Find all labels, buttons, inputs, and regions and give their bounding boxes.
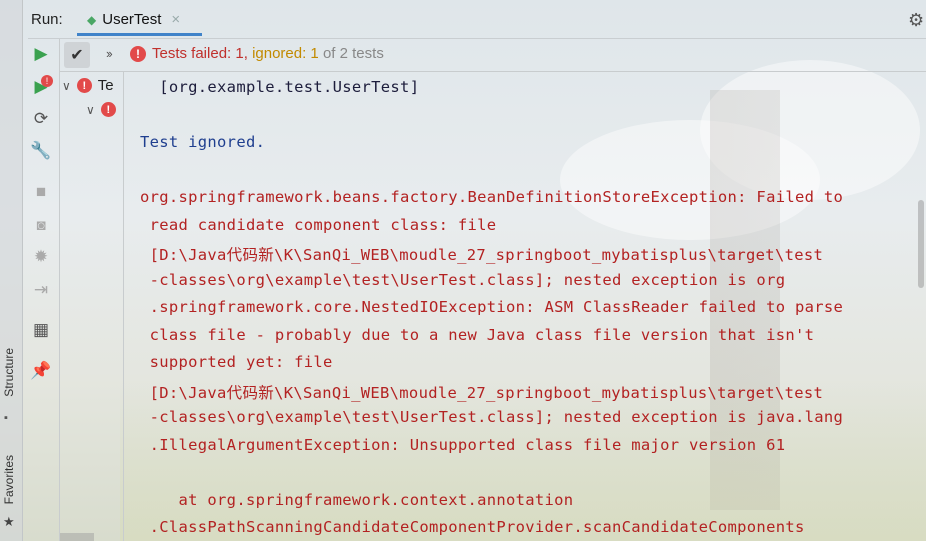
console-line: read candidate component class: file [140,216,497,234]
error-icon: ! [100,102,116,117]
console-line: class file - probably due to a new Java … [140,326,815,344]
favorites-tab[interactable]: Favorites [2,455,16,504]
test-status: ! Tests failed: 1, ignored: 1 of 2 tests [130,45,384,62]
console-output[interactable]: [org.example.test.UserTest] Test ignored… [124,72,926,541]
console-line: org.springframework.beans.factory.BeanDe… [140,188,844,206]
chevron-down-icon[interactable]: ∨ [62,79,71,93]
console-line: [D:\Java代码新\K\SanQi_WEB\moudle_27_spring… [140,384,824,402]
console-line: .springframework.core.NestedIOException:… [140,298,844,316]
tab-usertest[interactable]: ◆ UserTest × [77,6,202,36]
test-tree: ∨ ! Te ∨ ! [60,72,124,541]
close-icon[interactable]: × [171,11,180,28]
structure-tab-label: Structure [2,348,16,397]
console-line: [D:\Java代码新\K\SanQi_WEB\moudle_27_spring… [140,246,824,264]
error-icon: ! [130,45,146,62]
left-tool-strip: Structure ▪ Favorites ★ [0,0,23,541]
test-run-icon: ◆ [87,12,97,27]
structure-tab[interactable]: Structure [2,348,16,397]
tree-row-root[interactable]: ∨ ! Te [62,77,114,94]
console-line: .ClassPathScanningCandidateComponentProv… [140,518,805,536]
console-line: supported yet: file [140,353,333,371]
console-line: -classes\org\example\test\UserTest.class… [140,271,786,289]
scrollbar[interactable] [918,200,924,288]
console-line: -classes\org\example\test\UserTest.class… [140,408,844,426]
console-line: Test ignored. [140,133,266,151]
tree-row-label: Te [97,77,114,94]
toggle-auto-test-icon[interactable]: ⟳ [31,109,51,129]
status-total: of 2 tests [322,45,384,62]
layout-icon[interactable]: ▦ [31,320,51,340]
gear-icon[interactable]: ⚙ [908,10,924,31]
run-toolbar: ▶ ▶! ⟳ 🔧 ■ ◙ ✹ ⇥ ▦ 📌 [23,39,60,541]
tree-row-child[interactable]: ∨ ! [86,102,116,117]
camera-icon[interactable]: ◙ [31,215,51,235]
exit-icon[interactable]: ⇥ [31,280,51,300]
chevron-down-icon[interactable]: ∨ [86,103,95,117]
run-icon[interactable]: ▶ [31,44,51,64]
chevron-double-icon[interactable]: ›› [106,46,113,61]
stop-icon[interactable]: ■ [31,182,51,202]
wrench-icon[interactable]: 🔧 [30,141,51,161]
status-ignored: ignored: 1 [252,45,319,62]
structure-icon: ▪ [4,412,8,424]
console-line: [org.example.test.UserTest] [140,78,420,96]
bug-icon[interactable]: ✹ [31,247,51,267]
rerun-failed-icon[interactable]: ▶! [31,75,53,97]
console-line: .IllegalArgumentException: Unsupported c… [140,436,786,454]
console-line: at org.springframework.context.annotatio… [140,491,574,509]
run-label: Run: [31,11,63,28]
run-header: Run: ◆ UserTest × ⚙ [0,0,926,38]
tab-title: UserTest [102,11,162,28]
status-failed: Tests failed: 1, [152,45,248,62]
error-icon: ! [76,78,92,93]
pin-icon[interactable]: 📌 [30,361,51,381]
test-toolbar: ✔ ›› ! Tests failed: 1, ignored: 1 of 2 … [60,39,926,72]
check-icon[interactable]: ✔ [64,42,90,68]
horizontal-scrollbar[interactable] [60,533,94,541]
favorites-tab-label: Favorites [2,455,16,505]
star-icon: ★ [3,514,15,529]
